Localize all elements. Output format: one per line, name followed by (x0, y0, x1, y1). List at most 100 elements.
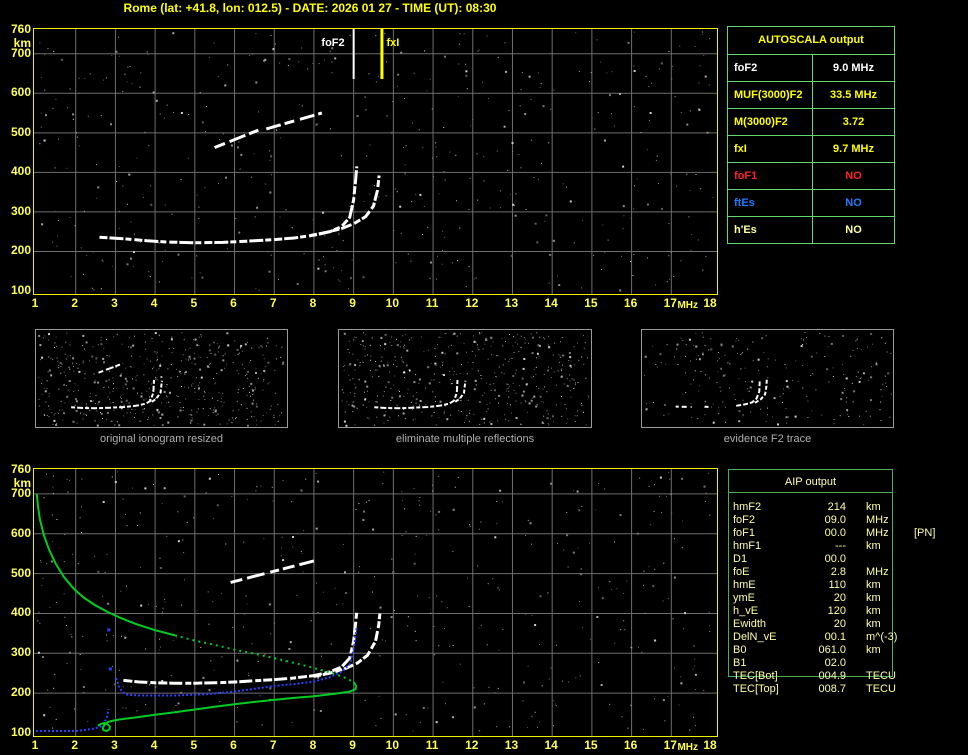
y-axis-tick-label: 760 (10, 22, 31, 36)
thumbnail-eliminate-reflections (338, 329, 592, 428)
fof2-marker-label: foF2 (321, 37, 345, 49)
parameter-unit: MHz (866, 566, 889, 578)
parameter-value: --- (835, 540, 846, 552)
y-axis-tick-label: 300 (10, 645, 31, 660)
parameter-unit (866, 553, 912, 566)
y-axis-tick-label: 500 (10, 565, 31, 580)
y-axis-tick-label: 400 (10, 605, 31, 620)
y-axis-tick-label: 200 (10, 243, 31, 258)
autoscala-output-table: AUTOSCALA output foF2 9.0 MHz MUF(3000)F2 3… (727, 26, 895, 244)
aip-row-fof1: foF1 00.0 MHz [PN] (728, 527, 958, 540)
aip-row-hve: h_vE 120 km (728, 605, 958, 618)
x-axis-tick-label: 7 (269, 738, 277, 752)
parameter-unit: TECU (866, 670, 896, 682)
parameter-name: foF2 (728, 55, 813, 81)
parameter-unit: km (866, 592, 881, 604)
parameter-name: DelN_vE (733, 631, 777, 643)
y-axis-tick-label: 600 (10, 85, 31, 100)
x-axis-tick-label: 9 (349, 738, 356, 752)
y-axis-tick-label: 100 (10, 283, 31, 297)
aip-table-title: AIP output (728, 469, 893, 493)
x-axis-tick-label: 2 (71, 738, 79, 752)
x-axis-tick-label: 11 (425, 738, 439, 752)
parameter-name: ftEs (728, 190, 813, 216)
aip-row-d1: D1 00.0 (728, 553, 958, 566)
parameter-value: 008.7 (818, 683, 846, 695)
parameter-name: MUF(3000)F2 (728, 82, 813, 108)
parameter-unit: km (866, 579, 881, 591)
x-axis-tick-label: 12 (465, 296, 479, 310)
x-axis-tick-label: 1 (31, 296, 39, 310)
parameter-name: foF1 (728, 163, 813, 189)
x-axis-tick-label: 16 (623, 738, 638, 752)
autoscala-row-ftes: ftEs NO (728, 189, 894, 216)
x-axis-tick-label: 10 (385, 296, 400, 310)
parameter-name: Ewidth (733, 618, 767, 630)
parameter-value: 33.5 MHz (829, 89, 878, 101)
parameter-name: fxI (728, 136, 813, 162)
aip-row-b1: B1 02.0 (728, 657, 958, 670)
parameter-unit: km (866, 540, 881, 552)
parameter-value: 110 (828, 579, 846, 591)
x-axis-tick-label: 1 (31, 738, 39, 752)
parameter-name: TEC[Top] (733, 683, 779, 695)
parameter-unit: km (866, 501, 881, 513)
aip-row-tectop: TEC[Top] 008.7 TECU (728, 683, 958, 696)
parameter-value: 20 (833, 592, 846, 604)
thumb-clean-canvas (341, 332, 590, 427)
parameter-unit: MHz (866, 514, 889, 526)
parameter-unit: km (866, 644, 881, 656)
parameter-value: 9.7 MHz (833, 143, 874, 155)
x-axis-unit-label: MHz (677, 300, 698, 311)
thumbnail-caption-evidence: evidence F2 trace (723, 433, 812, 445)
x-axis-tick-label: 4 (150, 296, 158, 310)
x-axis-tick-label: 8 (309, 296, 317, 310)
parameter-name: M(3000)F2 (728, 109, 813, 135)
y-axis-tick-label: 200 (10, 685, 31, 700)
x-axis-tick-label: 6 (230, 738, 237, 752)
autoscala-row-fof2: foF2 9.0 MHz (728, 54, 894, 81)
fxi-marker-label: fxI (386, 37, 400, 49)
parameter-value: 09.0 (824, 514, 846, 526)
parameter-value: 02.0 (824, 657, 846, 669)
parameter-value: 061.0 (818, 644, 846, 656)
x-axis-tick-label: 9 (349, 296, 356, 310)
autoscala-table-title: AUTOSCALA output (758, 34, 864, 46)
parameter-unit: m^(-3) (866, 631, 898, 643)
parameter-name: B1 (733, 657, 747, 669)
parameter-name: B0 (733, 644, 747, 656)
parameter-name: D1 (733, 553, 748, 565)
autoscala-row-fof1: foF1 NO (728, 162, 894, 189)
parameter-name: hmF2 (733, 501, 762, 513)
parameter-name: TEC[Bot] (733, 670, 778, 682)
thumb-original-canvas (38, 332, 285, 427)
x-axis-tick-label: 7 (269, 296, 277, 310)
aip-row-b0: B0 061.0 km (728, 644, 958, 657)
y-axis-tick-label: 100 (10, 725, 31, 739)
aip-row-ewidth: Ewidth 20 km (728, 618, 958, 631)
x-axis-tick-label: 18 (703, 296, 717, 310)
parameter-value: 2.8 (830, 566, 846, 578)
aip-row-fof2: foF2 09.0 MHz (728, 514, 958, 527)
x-axis-tick-label: 15 (584, 296, 598, 310)
x-axis-tick-label: 13 (504, 296, 519, 310)
x-axis-tick-label: 11 (425, 296, 439, 310)
parameter-value: 00.0 (824, 553, 846, 565)
y-axis-tick-label: 600 (10, 525, 31, 540)
thumbnail-original-ionogram (35, 329, 288, 428)
parameter-value: NO (845, 224, 862, 236)
thumbnail-evidence-f2-trace (641, 329, 894, 428)
autoscala-row-m3000f2: M(3000)F2 3.72 (728, 108, 894, 135)
aip-row-foe: foE 2.8 MHz (728, 566, 958, 579)
x-axis-unit-label: MHz (677, 742, 698, 753)
x-axis-tick-label: 2 (71, 296, 79, 310)
aip-row-delnve: DelN_vE 00.1 m^(-3) (728, 631, 958, 644)
autoscala-row-muf3000f2: MUF(3000)F2 33.5 MHz (728, 81, 894, 108)
x-axis-tick-label: 17 (663, 296, 677, 310)
x-axis-tick-label: 8 (309, 738, 317, 752)
parameter-value: NO (845, 197, 862, 209)
y-axis-tick-label: 300 (10, 203, 31, 218)
parameter-name: h'Es (728, 217, 813, 243)
y-axis-tick-label: 760 (10, 462, 31, 476)
x-axis-tick-label: 15 (584, 738, 598, 752)
